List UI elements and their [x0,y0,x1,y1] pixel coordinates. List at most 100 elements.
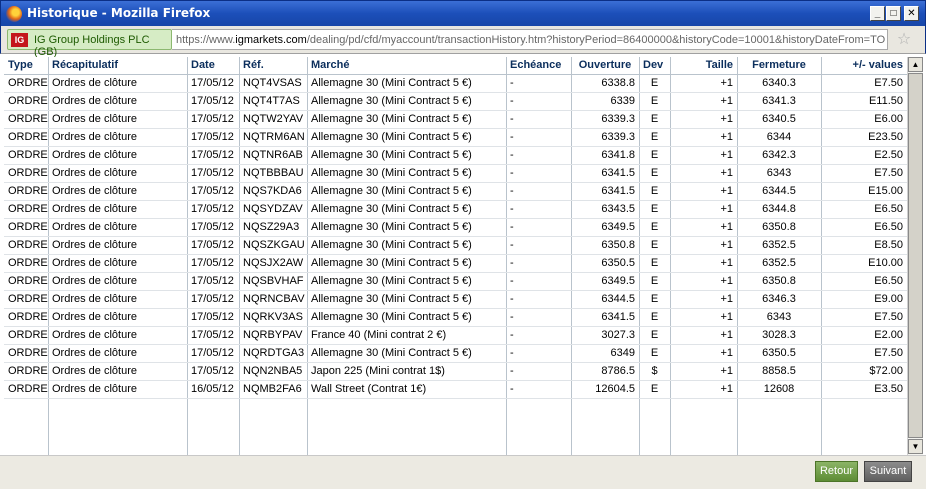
cell-size: +1 [670,344,737,363]
cell-market: Allemagne 30 (Mini Contract 5 €) [307,182,506,201]
cell-open: 6341.8 [571,146,639,165]
table-row[interactable]: ORDRE Ordres de clôture 17/05/12 NQTBBBAU Al… [4,164,907,183]
table-row[interactable]: ORDRE Ordres de clôture 17/05/12 NQRNCBAV Al… [4,290,907,309]
cell-currency: E [639,128,670,147]
cell-type: ORDRE [4,254,48,273]
cell-expiry: - [506,380,571,399]
cell-pnl: E10.00 [821,254,907,273]
cell-close: 6340.5 [737,110,821,129]
cell-expiry: - [506,236,571,255]
cell-currency: E [639,254,670,273]
cell-close: 6343 [737,164,821,183]
cell-market: Allemagne 30 (Mini Contract 5 €) [307,290,506,309]
table-row[interactable]: ORDRE Ordres de clôture 17/05/12 NQT4T7AS Al… [4,92,907,111]
table-row[interactable]: ORDRE Ordres de clôture 17/05/12 NQSZKGAU Al… [4,236,907,255]
minimize-button[interactable]: _ [870,6,885,21]
scroll-up-arrow-icon[interactable]: ▲ [908,57,923,72]
table-row[interactable]: ORDRE Ordres de clôture 17/05/12 NQTNR6AB Al… [4,146,907,165]
cell-expiry: - [506,272,571,291]
header-open[interactable]: Ouverture [571,57,639,75]
cell-size: +1 [670,110,737,129]
cell-currency: E [639,218,670,237]
cell-open: 6343.5 [571,200,639,219]
cell-date: 17/05/12 [187,236,239,255]
table-row[interactable]: ORDRE Ordres de clôture 17/05/12 NQSZ29A3 Al… [4,218,907,237]
cell-ref: NQSYDZAV [239,200,307,219]
cell-recap: Ordres de clôture [48,272,187,291]
table-row[interactable]: ORDRE Ordres de clôture 17/05/12 NQSJX2AW Al… [4,254,907,273]
cell-open: 6339 [571,92,639,111]
table-row[interactable]: ORDRE Ordres de clôture 17/05/12 NQRBYPAV Fr… [4,326,907,345]
header-expiry[interactable]: Echéance [506,57,571,75]
cell-open: 6338.8 [571,74,639,93]
cell-recap: Ordres de clôture [48,74,187,93]
header-ref[interactable]: Réf. [239,57,307,75]
cell-currency: E [639,344,670,363]
cell-size: +1 [670,254,737,273]
cell-close: 6344.8 [737,200,821,219]
cell-expiry: - [506,344,571,363]
cell-type: ORDRE [4,92,48,111]
cell-date: 17/05/12 [187,272,239,291]
back-button[interactable]: Retour [815,461,858,482]
table-row[interactable]: ORDRE Ordres de clôture 17/05/12 NQTW2YAV Al… [4,110,907,129]
close-button[interactable]: ✕ [904,6,919,21]
cell-expiry: - [506,200,571,219]
cell-date: 17/05/12 [187,290,239,309]
cell-currency: E [639,290,670,309]
cell-market: Allemagne 30 (Mini Contract 5 €) [307,110,506,129]
vertical-scrollbar[interactable]: ▲ ▼ [907,57,923,455]
table-row[interactable]: ORDRE Ordres de clôture 17/05/12 NQN2NBA5 Ja… [4,362,907,381]
cell-close: 6352.5 [737,236,821,255]
cell-pnl: $72.00 [821,362,907,381]
header-size[interactable]: Taille [670,57,737,75]
table-row[interactable]: ORDRE Ordres de clôture 16/05/12 NQMB2FA6 Wa… [4,380,907,399]
cell-close: 6352.5 [737,254,821,273]
header-market[interactable]: Marché [307,57,506,75]
address-bar: IG IG Group Holdings PLC (GB) https://ww… [0,26,926,58]
table-header-row: Type Récapitulatif Date Réf. Marché Eché… [4,57,907,75]
header-pnl[interactable]: +/- values [821,57,907,75]
table-row[interactable]: ORDRE Ordres de clôture 17/05/12 NQRDTGA3 Al… [4,344,907,363]
next-button[interactable]: Suivant [864,461,912,482]
cell-recap: Ordres de clôture [48,110,187,129]
cell-size: +1 [670,92,737,111]
table-row[interactable]: ORDRE Ordres de clôture 17/05/12 NQTRM6AN Al… [4,128,907,147]
header-close[interactable]: Fermeture [737,57,821,75]
cell-recap: Ordres de clôture [48,200,187,219]
url-field[interactable]: https://www.igmarkets.com/dealing/pd/cfd… [172,29,888,50]
bookmark-star-icon[interactable]: ☆ [894,30,914,50]
cell-recap: Ordres de clôture [48,128,187,147]
cell-recap: Ordres de clôture [48,254,187,273]
scroll-thumb[interactable] [908,73,923,438]
table-row[interactable]: ORDRE Ordres de clôture 17/05/12 NQRKV3AS Al… [4,308,907,327]
scroll-down-arrow-icon[interactable]: ▼ [908,439,923,454]
cell-type: ORDRE [4,164,48,183]
cell-ref: NQRNCBAV [239,290,307,309]
table-row[interactable]: ORDRE Ordres de clôture 17/05/12 NQSBVHAF Al… [4,272,907,291]
cell-open: 6349.5 [571,272,639,291]
table-row[interactable]: ORDRE Ordres de clôture 17/05/12 NQSYDZAV Al… [4,200,907,219]
table-row[interactable]: ORDRE Ordres de clôture 17/05/12 NQS7KDA6 Al… [4,182,907,201]
transaction-table: Type Récapitulatif Date Réf. Marché Eché… [4,57,907,399]
window-titlebar: Historique - Mozilla Firefox _ □ ✕ [0,0,926,26]
header-type[interactable]: Type [4,57,48,75]
cell-ref: NQRBYPAV [239,326,307,345]
url-domain: igmarkets.com [235,34,307,46]
cell-type: ORDRE [4,182,48,201]
cell-pnl: E9.00 [821,290,907,309]
cell-size: +1 [670,200,737,219]
table-row[interactable]: ORDRE Ordres de clôture 17/05/12 NQT4VSAS Al… [4,74,907,93]
maximize-button[interactable]: □ [886,6,901,21]
header-date[interactable]: Date [187,57,239,75]
cell-expiry: - [506,326,571,345]
cell-ref: NQTNR6AB [239,146,307,165]
site-identity-button[interactable]: IG IG Group Holdings PLC (GB) [7,29,172,58]
header-currency[interactable]: Dev [639,57,670,75]
url-path: /dealing/pd/cfd/myaccount/transactionHis… [306,34,886,46]
cell-currency: E [639,308,670,327]
header-recap[interactable]: Récapitulatif [48,57,187,75]
cell-ref: NQT4VSAS [239,74,307,93]
cell-type: ORDRE [4,290,48,309]
cell-pnl: E6.00 [821,110,907,129]
